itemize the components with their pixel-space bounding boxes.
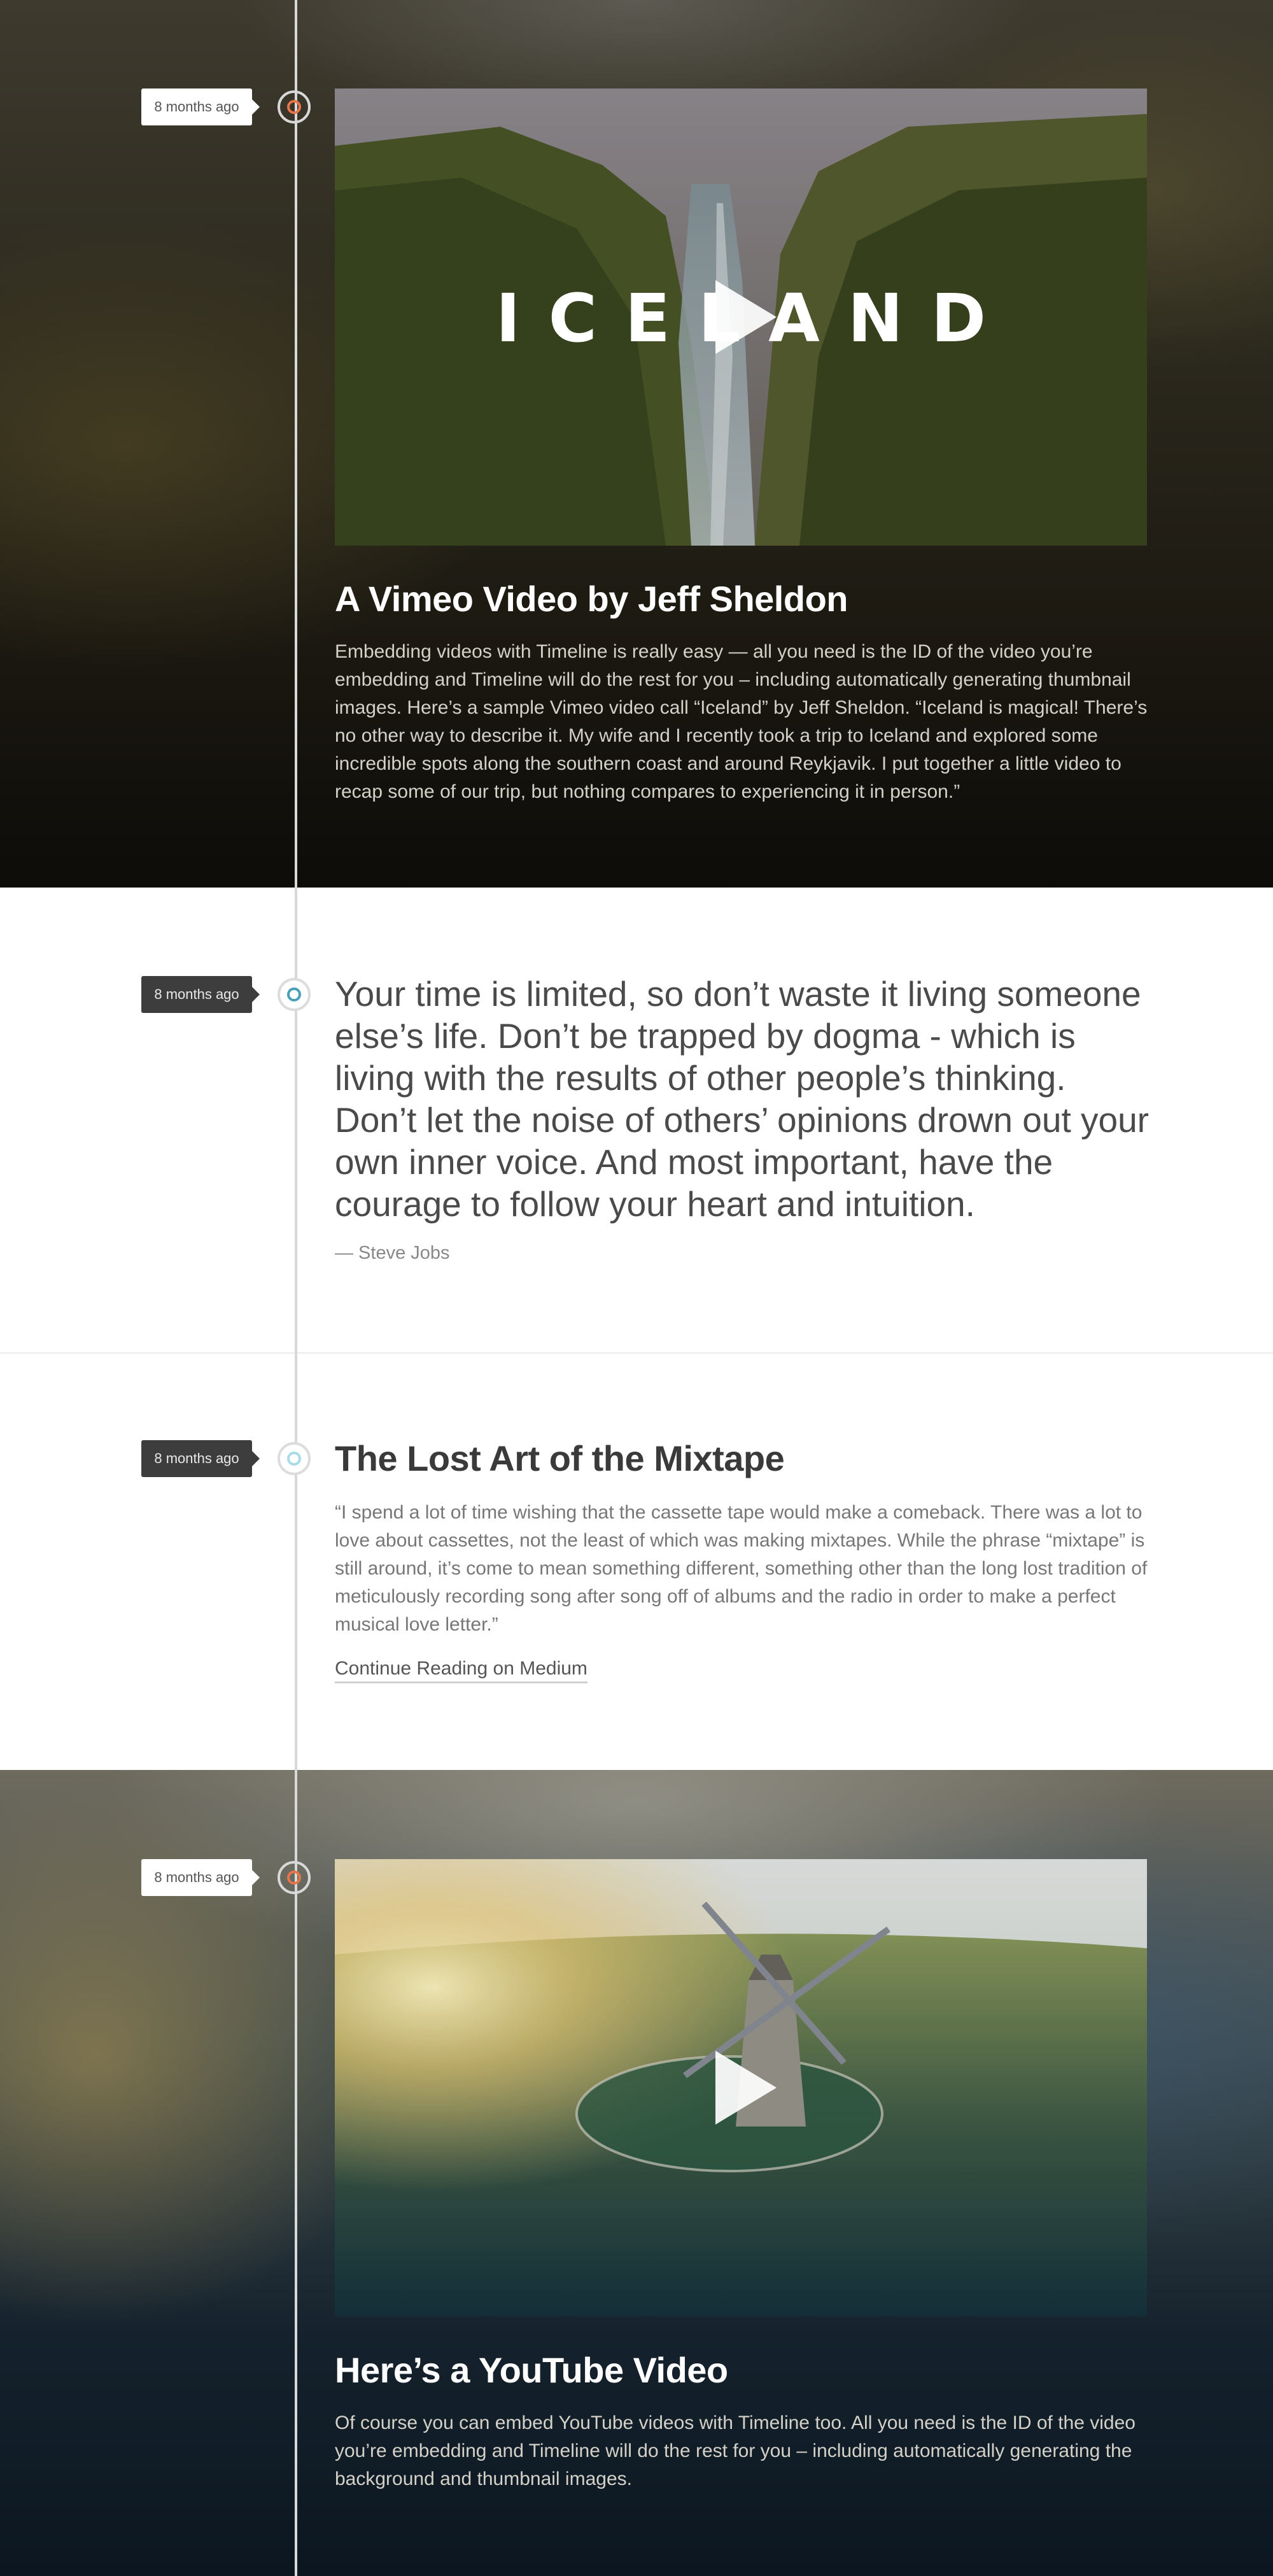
timeline-entry-quote: 8 months ago Your time is limited, so do… bbox=[0, 888, 1273, 1354]
video-thumbnail-windmill[interactable] bbox=[335, 1859, 1147, 2316]
timeline-line bbox=[295, 0, 297, 2576]
play-icon[interactable] bbox=[715, 280, 777, 354]
timeline-node-icon bbox=[278, 1442, 311, 1475]
timestamp-badge: 8 months ago bbox=[141, 1859, 260, 1896]
continue-reading-link[interactable]: Continue Reading on Medium bbox=[335, 1658, 587, 1683]
quote-attribution: — Steve Jobs bbox=[335, 1243, 450, 1263]
timeline-node-icon bbox=[278, 978, 311, 1011]
entry-body: “I spend a lot of time wishing that the … bbox=[335, 1502, 1148, 1635]
timeline-entry-youtube: 8 months ago Here’s a YouTube Video Of c… bbox=[0, 1770, 1273, 2576]
timeline-node-icon bbox=[278, 1861, 311, 1894]
timestamp-badge: 8 months ago bbox=[141, 88, 260, 125]
video-thumbnail-iceland[interactable]: ICELAND bbox=[335, 88, 1147, 546]
quote-text: Your time is limited, so don’t waste it … bbox=[335, 974, 1149, 1224]
entry-body: Of course you can embed YouTube videos w… bbox=[335, 2412, 1136, 2489]
timeline-node-icon bbox=[278, 90, 311, 124]
timeline-entry-article: 8 months ago The Lost Art of the Mixtape… bbox=[0, 1354, 1273, 1770]
entry-title: The Lost Art of the Mixtape bbox=[335, 1438, 785, 1478]
timestamp-badge: 8 months ago bbox=[141, 976, 260, 1013]
play-icon[interactable] bbox=[715, 2051, 777, 2125]
timeline-entry-vimeo: 8 months ago ICELAND A Vimeo Video by Je… bbox=[0, 0, 1273, 888]
entry-title: A Vimeo Video by Jeff Sheldon bbox=[335, 579, 848, 619]
entry-title: Here’s a YouTube Video bbox=[335, 2350, 728, 2390]
entry-body: Embedding videos with Timeline is really… bbox=[335, 641, 1148, 802]
timestamp-badge: 8 months ago bbox=[141, 1440, 260, 1477]
